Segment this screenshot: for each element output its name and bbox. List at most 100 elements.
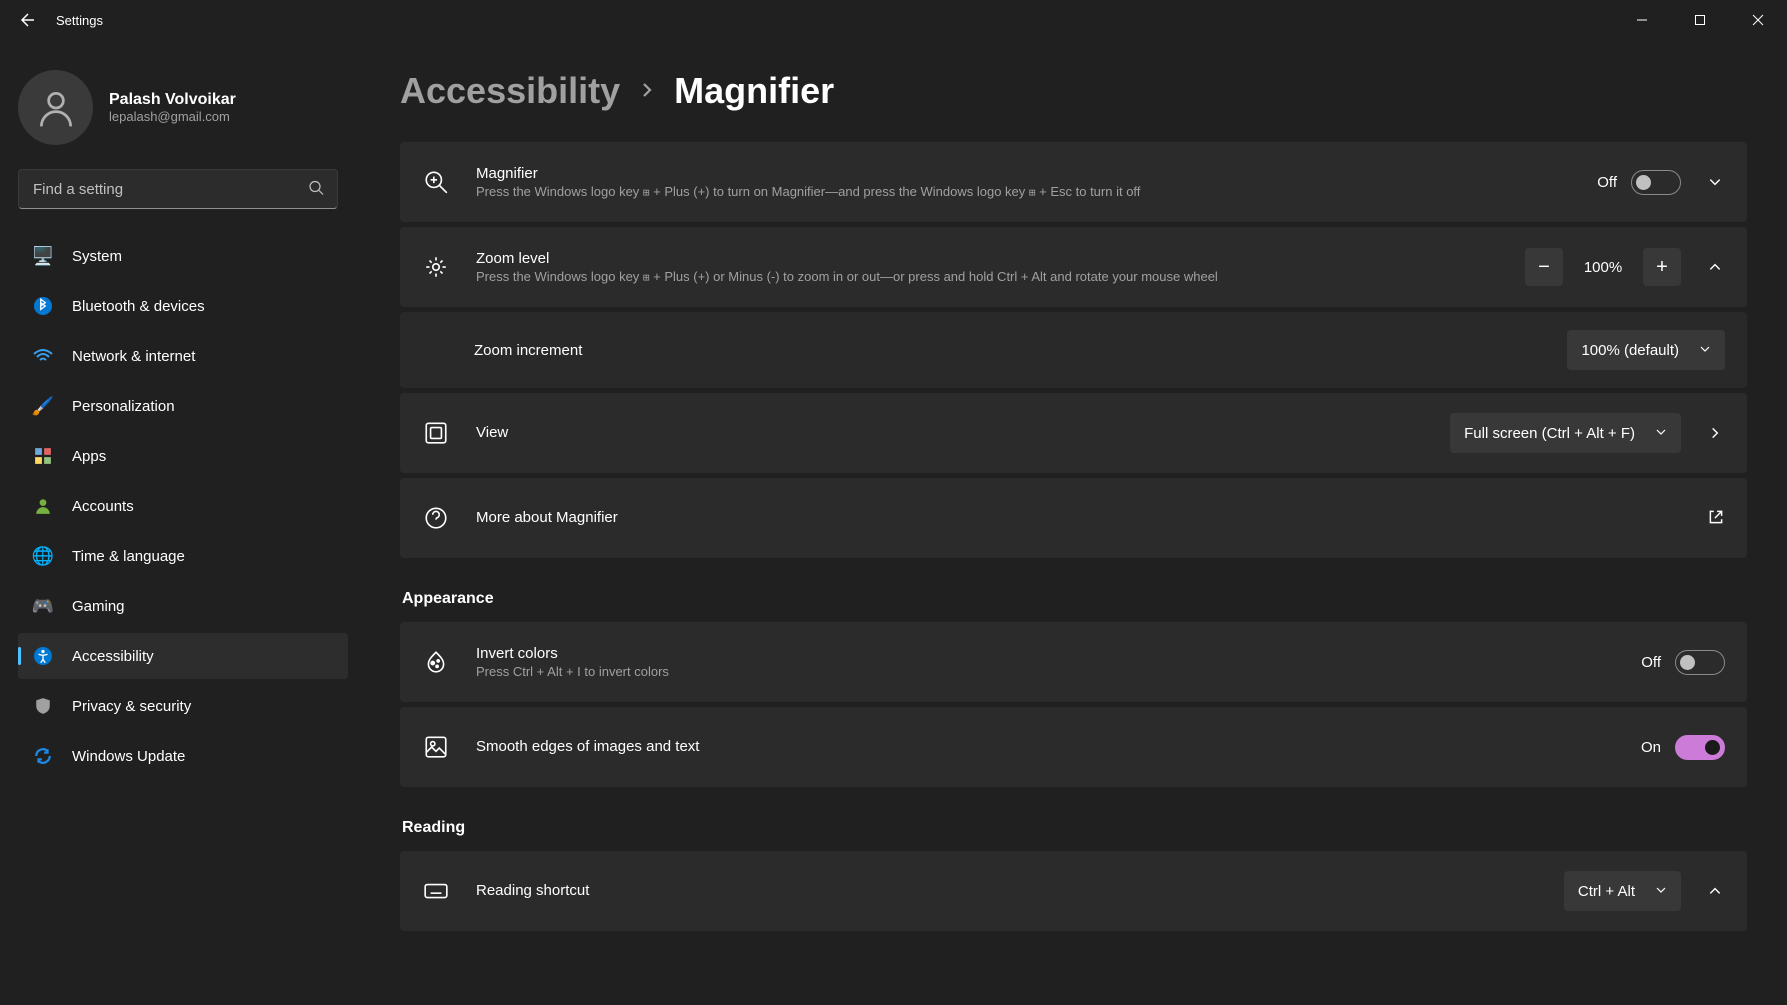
sidebar-label: Time & language: [72, 548, 185, 565]
sidebar-item-accessibility[interactable]: Accessibility: [18, 633, 348, 679]
smooth-edges-toggle[interactable]: [1675, 735, 1725, 760]
chevron-right-icon: [638, 81, 656, 102]
avatar: [18, 70, 93, 145]
apps-icon: [32, 445, 54, 467]
profile-name: Palash Volvoikar: [109, 91, 236, 109]
sidebar-label: Windows Update: [72, 748, 185, 765]
profile-section[interactable]: Palash Volvoikar lepalash@gmail.com: [18, 56, 360, 169]
sidebar-label: Gaming: [72, 598, 125, 615]
time-icon: 🌐: [32, 545, 54, 567]
sidebar-item-system[interactable]: 🖥️ System: [18, 233, 348, 279]
toggle-state-label: On: [1641, 739, 1661, 756]
sidebar-label: Privacy & security: [72, 698, 191, 715]
invert-colors-toggle[interactable]: [1675, 650, 1725, 675]
sidebar-label: Apps: [72, 448, 106, 465]
accounts-icon: [32, 495, 54, 517]
setting-description: Press the Windows logo key ⊞ + Plus (+) …: [476, 184, 1396, 199]
bluetooth-icon: [32, 295, 54, 317]
dropdown-value: 100% (default): [1581, 342, 1679, 359]
breadcrumb-current: Magnifier: [674, 70, 834, 112]
collapse-button[interactable]: [1705, 257, 1725, 277]
invert-colors-icon: [422, 648, 450, 676]
sidebar-item-apps[interactable]: Apps: [18, 433, 348, 479]
person-icon: [34, 86, 78, 130]
privacy-icon: [32, 695, 54, 717]
setting-view[interactable]: View Full screen (Ctrl + Alt + F): [400, 393, 1747, 473]
setting-description: Press the Windows logo key ⊞ + Plus (+) …: [476, 269, 1396, 284]
setting-reading-shortcut[interactable]: Reading shortcut Ctrl + Alt: [400, 851, 1747, 931]
external-link-icon: [1707, 508, 1725, 529]
sidebar-item-personalization[interactable]: 🖌️ Personalization: [18, 383, 348, 429]
setting-title: Invert colors: [476, 645, 1641, 662]
breadcrumb-parent[interactable]: Accessibility: [400, 70, 620, 112]
collapse-button[interactable]: [1705, 881, 1725, 901]
toggle-state-label: Off: [1597, 174, 1617, 191]
maximize-button[interactable]: [1671, 0, 1729, 40]
sidebar-label: Network & internet: [72, 348, 195, 365]
expand-button[interactable]: [1705, 172, 1725, 192]
zoom-level-icon: [422, 253, 450, 281]
help-icon: [422, 504, 450, 532]
setting-title: Zoom increment: [474, 342, 1567, 359]
reading-shortcut-dropdown[interactable]: Ctrl + Alt: [1564, 871, 1681, 911]
setting-zoom-level[interactable]: Zoom level Press the Windows logo key ⊞ …: [400, 227, 1747, 307]
setting-description: Press Ctrl + Alt + I to invert colors: [476, 664, 1396, 679]
sidebar-item-accounts[interactable]: Accounts: [18, 483, 348, 529]
smooth-edges-icon: [422, 733, 450, 761]
search-input[interactable]: [18, 169, 338, 209]
profile-email: lepalash@gmail.com: [109, 109, 236, 124]
sidebar-item-time[interactable]: 🌐 Time & language: [18, 533, 348, 579]
zoom-increment-dropdown[interactable]: 100% (default): [1567, 330, 1725, 370]
setting-more-about[interactable]: More about Magnifier: [400, 478, 1747, 558]
sidebar-label: Bluetooth & devices: [72, 298, 205, 315]
zoom-increase-button[interactable]: +: [1643, 248, 1681, 286]
update-icon: [32, 745, 54, 767]
sidebar-label: Accounts: [72, 498, 134, 515]
gaming-icon: 🎮: [32, 595, 54, 617]
chevron-down-icon: [1708, 175, 1722, 189]
sidebar-item-privacy[interactable]: Privacy & security: [18, 683, 348, 729]
sidebar-item-update[interactable]: Windows Update: [18, 733, 348, 779]
section-reading: Reading: [402, 819, 1747, 837]
chevron-right-icon: [1708, 426, 1722, 440]
personalization-icon: 🖌️: [32, 395, 54, 417]
setting-title: Magnifier: [476, 165, 1597, 182]
sidebar-item-bluetooth[interactable]: Bluetooth & devices: [18, 283, 348, 329]
setting-title: View: [476, 424, 1450, 441]
magnifier-icon: [422, 168, 450, 196]
system-icon: 🖥️: [32, 245, 54, 267]
app-title: Settings: [56, 13, 103, 28]
sidebar-item-gaming[interactable]: 🎮 Gaming: [18, 583, 348, 629]
sidebar-label: System: [72, 248, 122, 265]
dropdown-value: Ctrl + Alt: [1578, 883, 1635, 900]
search-icon: [308, 180, 324, 199]
close-button[interactable]: [1729, 0, 1787, 40]
setting-smooth-edges[interactable]: Smooth edges of images and text On: [400, 707, 1747, 787]
zoom-decrease-button[interactable]: −: [1525, 248, 1563, 286]
arrow-left-icon: [20, 12, 36, 28]
zoom-value: 100%: [1575, 259, 1631, 276]
setting-title: Smooth edges of images and text: [476, 738, 1641, 755]
minimize-button[interactable]: [1613, 0, 1671, 40]
chevron-down-icon: [1655, 425, 1667, 441]
setting-title: Reading shortcut: [476, 882, 1564, 899]
keyboard-icon: [422, 877, 450, 905]
navigate-button[interactable]: [1705, 423, 1725, 443]
setting-title: More about Magnifier: [476, 509, 1707, 526]
setting-magnifier[interactable]: Magnifier Press the Windows logo key ⊞ +…: [400, 142, 1747, 222]
close-icon: [1752, 14, 1764, 26]
view-dropdown[interactable]: Full screen (Ctrl + Alt + F): [1450, 413, 1681, 453]
chevron-up-icon: [1708, 884, 1722, 898]
chevron-up-icon: [1708, 260, 1722, 274]
setting-invert-colors[interactable]: Invert colors Press Ctrl + Alt + I to in…: [400, 622, 1747, 702]
minimize-icon: [1636, 14, 1648, 26]
back-button[interactable]: [8, 0, 48, 40]
sidebar-label: Accessibility: [72, 648, 154, 665]
accessibility-icon: [32, 645, 54, 667]
setting-zoom-increment[interactable]: Zoom increment 100% (default): [400, 312, 1747, 388]
sidebar-item-network[interactable]: Network & internet: [18, 333, 348, 379]
network-icon: [32, 345, 54, 367]
dropdown-value: Full screen (Ctrl + Alt + F): [1464, 425, 1635, 442]
magnifier-toggle[interactable]: [1631, 170, 1681, 195]
toggle-state-label: Off: [1641, 654, 1661, 671]
